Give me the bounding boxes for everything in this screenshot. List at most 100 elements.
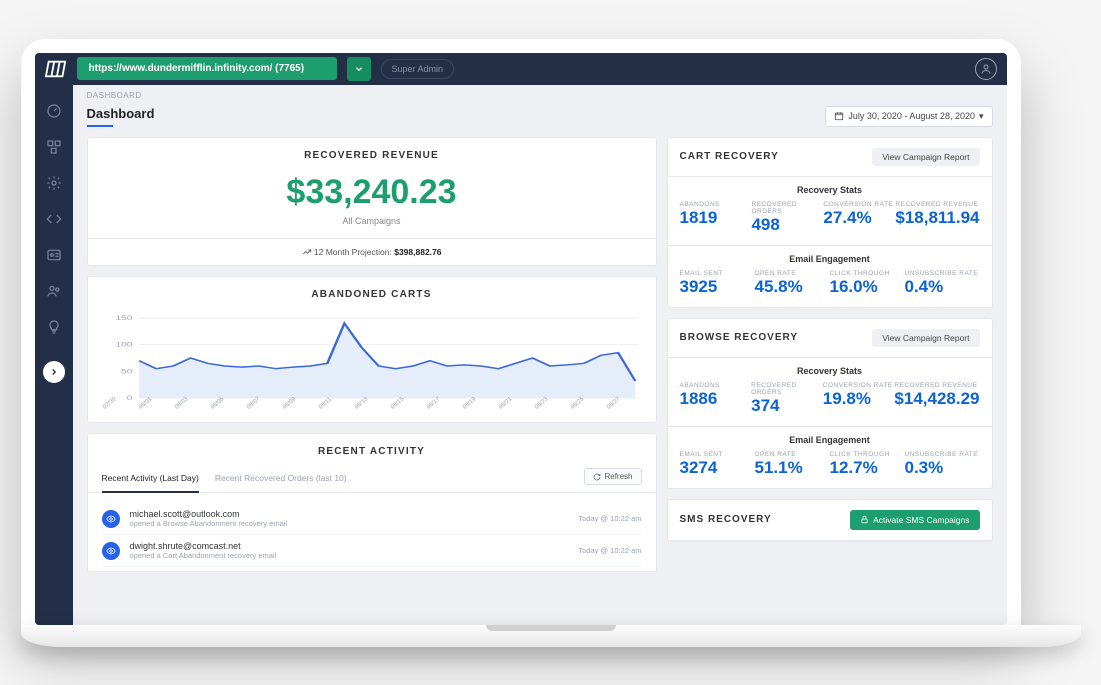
stat-label: RECOVERED REVENUE: [894, 382, 979, 389]
recent-activity-card: RECENT ACTIVITY Recent Activity (Last Da…: [87, 433, 657, 572]
cart-recovery-title: CART RECOVERY: [680, 151, 779, 162]
stat-cell: RECOVERED REVENUE$18,811.94: [895, 201, 979, 235]
tab-recent-activity[interactable]: Recent Activity (Last Day): [102, 465, 199, 493]
stat-label: CONVERSION RATE: [823, 382, 895, 389]
recovered-revenue-card: RECOVERED REVENUE $33,240.23 All Campaig…: [87, 137, 657, 267]
stat-label: OPEN RATE: [755, 451, 830, 458]
stat-label: EMAIL SENT: [680, 270, 755, 277]
topbar: https://www.dundermifflin.infinity.com/ …: [35, 53, 1007, 85]
stat-value: 1819: [680, 208, 752, 228]
refresh-button[interactable]: Refresh: [584, 468, 641, 485]
stat-value: $18,811.94: [895, 208, 979, 228]
stat-cell: CLICK THROUGH12.7%: [830, 451, 905, 478]
activity-email: dwight.shrute@comcast.net: [130, 541, 569, 551]
refresh-icon: [593, 473, 601, 481]
stat-cell: UNSUBSCRIBE RATE0.4%: [905, 270, 980, 297]
stat-label: OPEN RATE: [755, 270, 830, 277]
stat-cell: EMAIL SENT3274: [680, 451, 755, 478]
tab-recovered-orders[interactable]: Recent Recovered Orders (last 10): [215, 465, 347, 492]
title-underline: [87, 125, 113, 127]
sidebar: [35, 85, 73, 625]
revenue-projection: 12 Month Projection: $398,882.76: [88, 238, 656, 266]
abandoned-carts-chart: 050100150: [102, 314, 642, 404]
nav-dashboard-icon[interactable]: [38, 95, 70, 127]
stat-label: CLICK THROUGH: [830, 270, 905, 277]
sms-recovery-title: SMS RECOVERY: [680, 514, 772, 525]
nav-billing-icon[interactable]: [38, 239, 70, 271]
projection-value: $398,882.76: [394, 247, 441, 257]
site-selector[interactable]: https://www.dundermifflin.infinity.com/ …: [77, 57, 337, 80]
stat-cell: UNSUBSCRIBE RATE0.3%: [905, 451, 980, 478]
stat-value: $14,428.29: [894, 389, 979, 409]
cart-view-report-button[interactable]: View Campaign Report: [872, 148, 979, 166]
stat-label: CLICK THROUGH: [830, 451, 905, 458]
stat-cell: OPEN RATE51.1%: [755, 451, 830, 478]
stat-cell: OPEN RATE45.8%: [755, 270, 830, 297]
stat-value: 51.1%: [755, 458, 830, 478]
browse-stats-title: Recovery Stats: [668, 358, 992, 380]
revenue-subtitle: All Campaigns: [88, 216, 656, 238]
stat-value: 1886: [680, 389, 752, 409]
stat-value: 12.7%: [830, 458, 905, 478]
browse-recovery-title: BROWSE RECOVERY: [680, 332, 799, 343]
site-selector-chevron[interactable]: [347, 57, 371, 81]
calendar-icon: [834, 111, 844, 121]
stat-cell: RECOVERED ORDERS374: [751, 382, 823, 416]
stat-value: 0.4%: [905, 277, 980, 297]
stat-label: ABANDONS: [680, 201, 752, 208]
stat-value: 498: [751, 215, 823, 235]
recent-heading: RECENT ACTIVITY: [88, 434, 656, 465]
nav-code-icon[interactable]: [38, 203, 70, 235]
stat-value: 45.8%: [755, 277, 830, 297]
revenue-amount: $33,240.23: [88, 169, 656, 216]
stat-value: 16.0%: [830, 277, 905, 297]
breadcrumb: DASHBOARD: [73, 85, 1007, 100]
stat-label: RECOVERED ORDERS: [751, 382, 823, 396]
eye-icon: [102, 542, 120, 560]
nav-settings-icon[interactable]: [38, 167, 70, 199]
stat-cell: ABANDONS1819: [680, 201, 752, 235]
role-badge[interactable]: Super Admin: [381, 59, 455, 79]
abandoned-heading: ABANDONED CARTS: [88, 277, 656, 308]
user-avatar-icon[interactable]: [975, 58, 997, 80]
stat-cell: CLICK THROUGH16.0%: [830, 270, 905, 297]
cart-recovery-card: CART RECOVERY View Campaign Report Recov…: [667, 137, 993, 308]
sidebar-expand-icon[interactable]: [43, 361, 65, 383]
trend-icon: [302, 247, 312, 257]
stat-cell: RECOVERED REVENUE$14,428.29: [894, 382, 979, 416]
eye-icon: [102, 510, 120, 528]
activate-sms-button[interactable]: Activate SMS Campaigns: [850, 510, 979, 530]
activity-email: michael.scott@outlook.com: [130, 509, 569, 519]
stat-value: 3274: [680, 458, 755, 478]
stat-value: 27.4%: [823, 208, 895, 228]
stat-label: RECOVERED ORDERS: [751, 201, 823, 215]
cart-stats-title: Recovery Stats: [668, 177, 992, 199]
browse-view-report-button[interactable]: View Campaign Report: [872, 329, 979, 347]
stat-cell: ABANDONS1886: [680, 382, 752, 416]
stat-cell: CONVERSION RATE27.4%: [823, 201, 895, 235]
stat-value: 374: [751, 396, 823, 416]
activity-item[interactable]: michael.scott@outlook.comopened a Browse…: [102, 503, 642, 535]
activity-time: Today @ 10:22 am: [578, 546, 641, 555]
chevron-down-icon: ▾: [979, 111, 984, 122]
stat-label: ABANDONS: [680, 382, 752, 389]
lock-icon: [860, 515, 869, 524]
revenue-heading: RECOVERED REVENUE: [88, 138, 656, 169]
nav-products-icon[interactable]: [38, 131, 70, 163]
nav-users-icon[interactable]: [38, 275, 70, 307]
abandoned-carts-card: ABANDONED CARTS 050100150 07/3008/0108/0…: [87, 276, 657, 423]
svg-text:150: 150: [115, 314, 132, 321]
sms-recovery-card: SMS RECOVERY Activate SMS Campaigns: [667, 499, 993, 542]
stat-label: UNSUBSCRIBE RATE: [905, 270, 980, 277]
date-range-picker[interactable]: July 30, 2020 - August 28, 2020 ▾: [825, 106, 992, 127]
stat-label: EMAIL SENT: [680, 451, 755, 458]
site-url: https://www.dundermifflin.infinity.com/ …: [89, 63, 305, 74]
nav-ideas-icon[interactable]: [38, 311, 70, 343]
stat-label: CONVERSION RATE: [823, 201, 895, 208]
browse-engage-title: Email Engagement: [668, 427, 992, 449]
activity-desc: opened a Cart Abandonment recovery email: [130, 551, 569, 560]
app-logo-icon: [45, 58, 67, 80]
activity-item[interactable]: dwight.shrute@comcast.netopened a Cart A…: [102, 535, 642, 567]
projection-label: 12 Month Projection:: [314, 247, 392, 257]
cart-engage-title: Email Engagement: [668, 246, 992, 268]
